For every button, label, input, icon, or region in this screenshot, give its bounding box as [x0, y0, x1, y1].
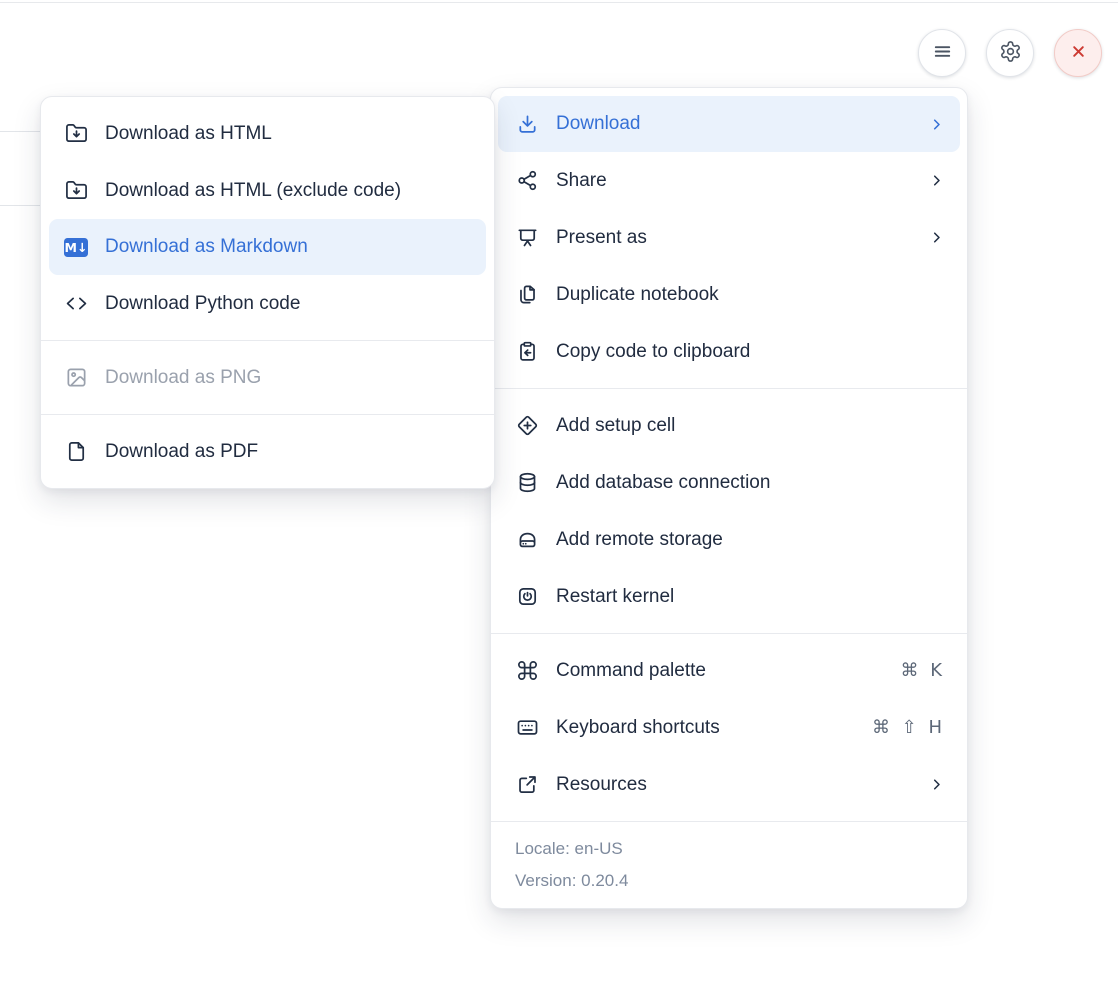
- menu-item-download-png[interactable]: Download as PNG: [41, 349, 494, 406]
- menu-item-label: Copy code to clipboard: [556, 341, 945, 363]
- locale-text: Locale: en-US: [515, 833, 943, 865]
- menu-item-label: Command palette: [556, 660, 900, 682]
- file-icon: [64, 440, 88, 464]
- version-text: Version: 0.20.4: [515, 865, 943, 897]
- menu-item-label: Download as Markdown: [105, 236, 474, 258]
- menu-item-label: Download: [556, 113, 928, 135]
- markdown-badge: M↓: [64, 238, 88, 257]
- shortcut-command-palette: ⌘ K: [900, 660, 945, 681]
- close-button[interactable]: [1054, 29, 1102, 77]
- menu-item-copy-code[interactable]: Copy code to clipboard: [491, 323, 967, 380]
- download-submenu: Download as HTML Download as HTML (exclu…: [40, 96, 495, 489]
- diamond-plus-icon: [515, 414, 539, 438]
- duplicate-icon: [515, 283, 539, 307]
- menu-item-download[interactable]: Download: [498, 96, 960, 152]
- menu-item-duplicate-notebook[interactable]: Duplicate notebook: [491, 266, 967, 323]
- menu-item-label: Duplicate notebook: [556, 284, 945, 306]
- menu-item-add-setup-cell[interactable]: Add setup cell: [491, 397, 967, 454]
- storage-icon: [515, 528, 539, 552]
- menu-item-label: Present as: [556, 227, 928, 249]
- background-divider-2: [0, 205, 41, 206]
- menu-item-keyboard-shortcuts[interactable]: Keyboard shortcuts ⌘ ⇧ H: [491, 699, 967, 756]
- page-top-border: [0, 2, 1118, 3]
- chevron-right-icon: [928, 172, 945, 189]
- menu-item-label: Download as HTML (exclude code): [105, 180, 474, 202]
- submenu-section-png: Download as PNG: [41, 341, 494, 414]
- notebook-actions-menu: Download Share Present as: [490, 87, 968, 909]
- menu-item-resources[interactable]: Resources: [491, 756, 967, 813]
- menu-item-command-palette[interactable]: Command palette ⌘ K: [491, 642, 967, 699]
- chevron-right-icon: [928, 776, 945, 793]
- command-icon: [515, 659, 539, 683]
- menu-footer: Locale: en-US Version: 0.20.4: [491, 822, 967, 908]
- page-background: Download Share Present as: [0, 0, 1118, 984]
- menu-item-label: Restart kernel: [556, 586, 945, 608]
- clipboard-copy-icon: [515, 340, 539, 364]
- menu-item-present-as[interactable]: Present as: [491, 209, 967, 266]
- chevron-right-icon: [928, 229, 945, 246]
- download-icon: [515, 112, 539, 136]
- hamburger-icon: [931, 40, 954, 66]
- notebook-menu-button[interactable]: [918, 29, 966, 77]
- menu-item-label: Resources: [556, 774, 928, 796]
- submenu-section-pdf: Download as PDF: [41, 415, 494, 488]
- menu-item-label: Add setup cell: [556, 415, 945, 437]
- menu-item-download-pdf[interactable]: Download as PDF: [41, 423, 494, 480]
- folder-down-icon: [64, 122, 88, 146]
- gear-icon: [999, 40, 1022, 66]
- menu-section-cells: Add setup cell Add database connection A…: [491, 389, 967, 633]
- markdown-icon: M↓: [64, 235, 88, 259]
- code-icon: [64, 292, 88, 316]
- menu-section-primary: Download Share Present as: [491, 88, 967, 388]
- share-icon: [515, 169, 539, 193]
- shortcut-keyboard-shortcuts: ⌘ ⇧ H: [872, 717, 945, 738]
- keyboard-icon: [515, 716, 539, 740]
- close-icon: [1067, 40, 1090, 66]
- menu-item-download-html[interactable]: Download as HTML: [41, 105, 494, 162]
- menu-item-add-database[interactable]: Add database connection: [491, 454, 967, 511]
- window-controls: [918, 29, 1102, 77]
- menu-item-label: Add database connection: [556, 472, 945, 494]
- menu-section-help: Command palette ⌘ K Keyboard shortcuts ⌘…: [491, 634, 967, 821]
- power-icon: [515, 585, 539, 609]
- menu-item-label: Download as PNG: [105, 367, 474, 389]
- submenu-section-formats: Download as HTML Download as HTML (exclu…: [41, 97, 494, 340]
- menu-item-label: Add remote storage: [556, 529, 945, 551]
- external-link-icon: [515, 773, 539, 797]
- menu-item-download-html-exclude-code[interactable]: Download as HTML (exclude code): [41, 162, 494, 219]
- chevron-right-icon: [928, 116, 945, 133]
- settings-button[interactable]: [986, 29, 1034, 77]
- image-icon: [64, 366, 88, 390]
- menu-item-restart-kernel[interactable]: Restart kernel: [491, 568, 967, 625]
- menu-item-label: Keyboard shortcuts: [556, 717, 872, 739]
- menu-item-label: Download Python code: [105, 293, 474, 315]
- database-icon: [515, 471, 539, 495]
- menu-item-label: Share: [556, 170, 928, 192]
- presentation-icon: [515, 226, 539, 250]
- menu-item-label: Download as PDF: [105, 441, 474, 463]
- background-divider-1: [0, 131, 41, 132]
- menu-item-add-remote-storage[interactable]: Add remote storage: [491, 511, 967, 568]
- folder-down-icon: [64, 179, 88, 203]
- menu-item-download-python-code[interactable]: Download Python code: [41, 275, 494, 332]
- menu-item-label: Download as HTML: [105, 123, 474, 145]
- menu-item-download-markdown[interactable]: M↓ Download as Markdown: [49, 219, 486, 275]
- menu-item-share[interactable]: Share: [491, 152, 967, 209]
